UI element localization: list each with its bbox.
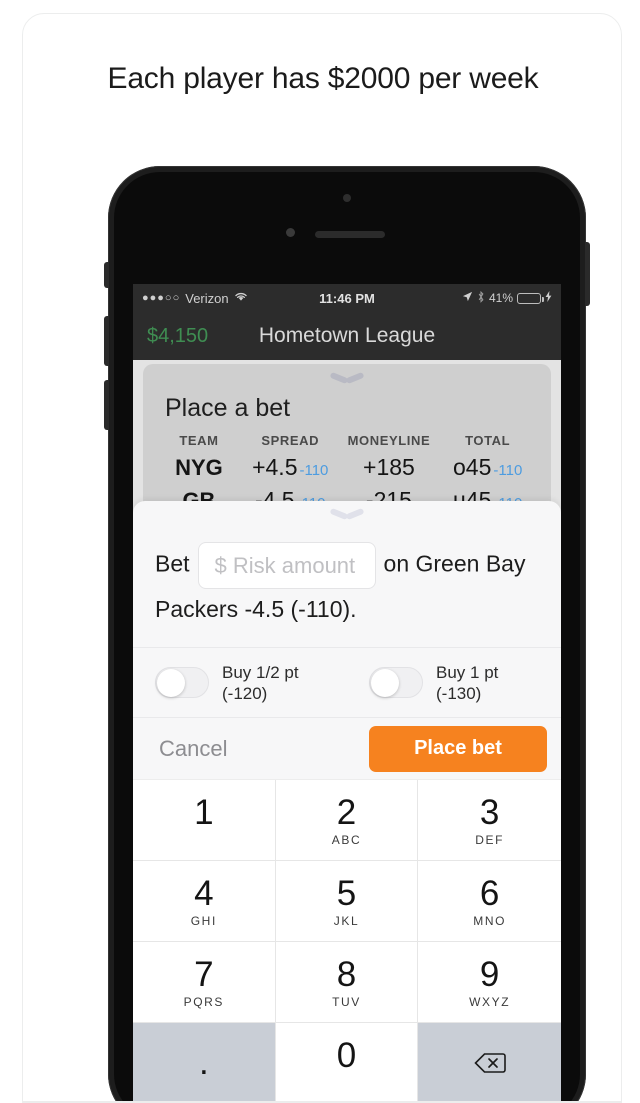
key-3[interactable]: 3 DEF [418, 780, 561, 861]
buy-one-point-label: Buy 1 pt (-130) [436, 662, 498, 704]
key-1[interactable]: 1 [133, 780, 276, 861]
key-0[interactable]: 0 [275, 1023, 419, 1102]
buy-half-point-option[interactable]: Buy 1/2 pt (-120) [133, 662, 347, 704]
cancel-button[interactable]: Cancel [159, 736, 227, 762]
phone-screen: ●●●○○ Verizon 11:46 PM 41% $4,150 Hometo… [133, 284, 561, 1102]
front-camera-icon [286, 228, 295, 237]
numeric-keypad: 1 2 ABC 3 DEF 4 GHI 5 JKL 6 MNO 7 PQRS 8 TUV 9W… [133, 779, 561, 1102]
column-header-team: TEAM [179, 433, 219, 448]
buy-half-point-label-line1: Buy 1/2 pt [222, 662, 299, 682]
key-digit: 3 [479, 792, 500, 832]
buy-one-point-odds: (-130) [436, 683, 482, 703]
spread-cell[interactable]: +4.5 -110 [241, 454, 340, 481]
place-bet-button[interactable]: Place bet [369, 725, 547, 772]
phone-mockup: ●●●○○ Verizon 11:46 PM 41% $4,150 Hometo… [104, 166, 590, 1102]
key-letters: JKL [333, 913, 360, 928]
key-decimal[interactable]: . [133, 1023, 276, 1102]
key-letters: WXYZ [469, 994, 511, 1009]
key-7[interactable]: 7 PQRS [133, 942, 276, 1023]
total-juice: -110 [493, 462, 523, 479]
earpiece-speaker [315, 231, 385, 238]
column-header-moneyline: MONEYLINE [347, 433, 431, 448]
column-header-total: TOTAL [465, 433, 511, 448]
app-header: $4,150 Hometown League [133, 312, 561, 360]
bet-prefix-label: Bet [155, 550, 190, 577]
place-a-bet-sheet: Place a bet TEAM SPREAD MONEYLINE TOTAL … [143, 364, 551, 513]
bet-slip-text: Bet $ Risk amount on Green Bay Packers -4.… [133, 526, 561, 629]
chevron-down-icon[interactable] [330, 372, 364, 388]
location-arrow-icon [462, 291, 473, 305]
battery-icon [517, 292, 544, 304]
mute-switch[interactable] [104, 262, 109, 288]
volume-up-button[interactable] [104, 316, 109, 366]
key-4[interactable]: 4 GHI [133, 861, 276, 942]
bet-slip-sheet: Bet $ Risk amount on Green Bay Packers -4.… [133, 501, 561, 647]
key-8[interactable]: 8 TUV [275, 942, 419, 1023]
key-letters: GHI [190, 913, 217, 928]
total-value: o45 [453, 454, 492, 480]
key-digit: . [198, 1043, 209, 1082]
action-bar: Cancel Place bet [133, 717, 561, 779]
signal-strength-icon: ●●●○○ [142, 292, 181, 304]
key-digit: 1 [194, 792, 214, 832]
key-letters: DEF [475, 832, 505, 847]
battery-percent-label: 41% [488, 291, 513, 305]
key-6[interactable]: 6 MNO [418, 861, 561, 942]
backspace-icon [474, 1052, 506, 1074]
card-bottom-divider [23, 1101, 621, 1102]
team-abbr: NYG [175, 455, 223, 480]
sheet-title: Place a bet [165, 394, 291, 422]
key-digit: 0 [336, 1035, 357, 1075]
status-bar: ●●●○○ Verizon 11:46 PM 41% [133, 284, 561, 312]
buy-one-point-toggle[interactable] [369, 667, 423, 698]
key-digit: 9 [479, 954, 500, 994]
buy-one-point-label-line1: Buy 1 pt [436, 662, 499, 682]
screenshot-card: Each player has $2000 per week ●●●○○ Ver… [22, 13, 622, 1103]
wifi-icon [234, 291, 248, 305]
status-bar-left: ●●●○○ Verizon [142, 291, 248, 306]
carrier-label: Verizon [185, 290, 229, 306]
table-row: NYG +4.5 -110 +185 o45 -110 [157, 454, 537, 481]
top-sensor-dot [343, 194, 351, 202]
league-title: Hometown League [258, 324, 436, 347]
bluetooth-icon [477, 290, 485, 306]
key-digit: 2 [336, 792, 357, 832]
total-cell[interactable]: o45 -110 [438, 454, 537, 481]
key-letters: PQRS [183, 994, 225, 1009]
key-9[interactable]: 9 WXYZ [418, 942, 561, 1023]
key-backspace[interactable] [418, 1023, 561, 1102]
moneyline-value: +185 [363, 454, 415, 480]
key-5[interactable]: 5 JKL [275, 861, 419, 942]
key-digit: 7 [194, 954, 214, 994]
key-digit: 5 [336, 873, 357, 913]
buy-half-point-odds: (-120) [222, 683, 268, 703]
key-digit: 6 [479, 873, 500, 913]
buy-one-point-option[interactable]: Buy 1 pt (-130) [347, 662, 561, 704]
column-header-spread: SPREAD [261, 433, 320, 448]
status-bar-right: 41% [462, 290, 552, 306]
moneyline-cell[interactable]: +185 [340, 454, 439, 481]
spread-juice: -110 [299, 462, 329, 479]
buy-points-row: Buy 1/2 pt (-120) Buy 1 pt (-130) [133, 647, 561, 717]
risk-amount-input[interactable]: $ Risk amount [197, 542, 376, 589]
key-letters: ABC [331, 832, 362, 847]
lightning-bolt-icon [545, 291, 552, 305]
key-digit: 4 [194, 873, 214, 913]
power-button[interactable] [585, 242, 590, 306]
buy-half-point-label: Buy 1/2 pt (-120) [222, 662, 299, 704]
page-title: Each player has $2000 per week [107, 62, 539, 95]
spread-value: +4.5 [252, 454, 298, 480]
key-2[interactable]: 2 ABC [275, 780, 419, 861]
odds-table-header: TEAM SPREAD MONEYLINE TOTAL [157, 433, 537, 448]
key-letters: MNO [473, 913, 507, 928]
buy-half-point-toggle[interactable] [155, 667, 209, 698]
volume-down-button[interactable] [104, 380, 109, 430]
key-digit: 8 [336, 954, 357, 994]
key-letters: TUV [332, 994, 361, 1009]
chevron-down-icon[interactable] [330, 508, 364, 524]
